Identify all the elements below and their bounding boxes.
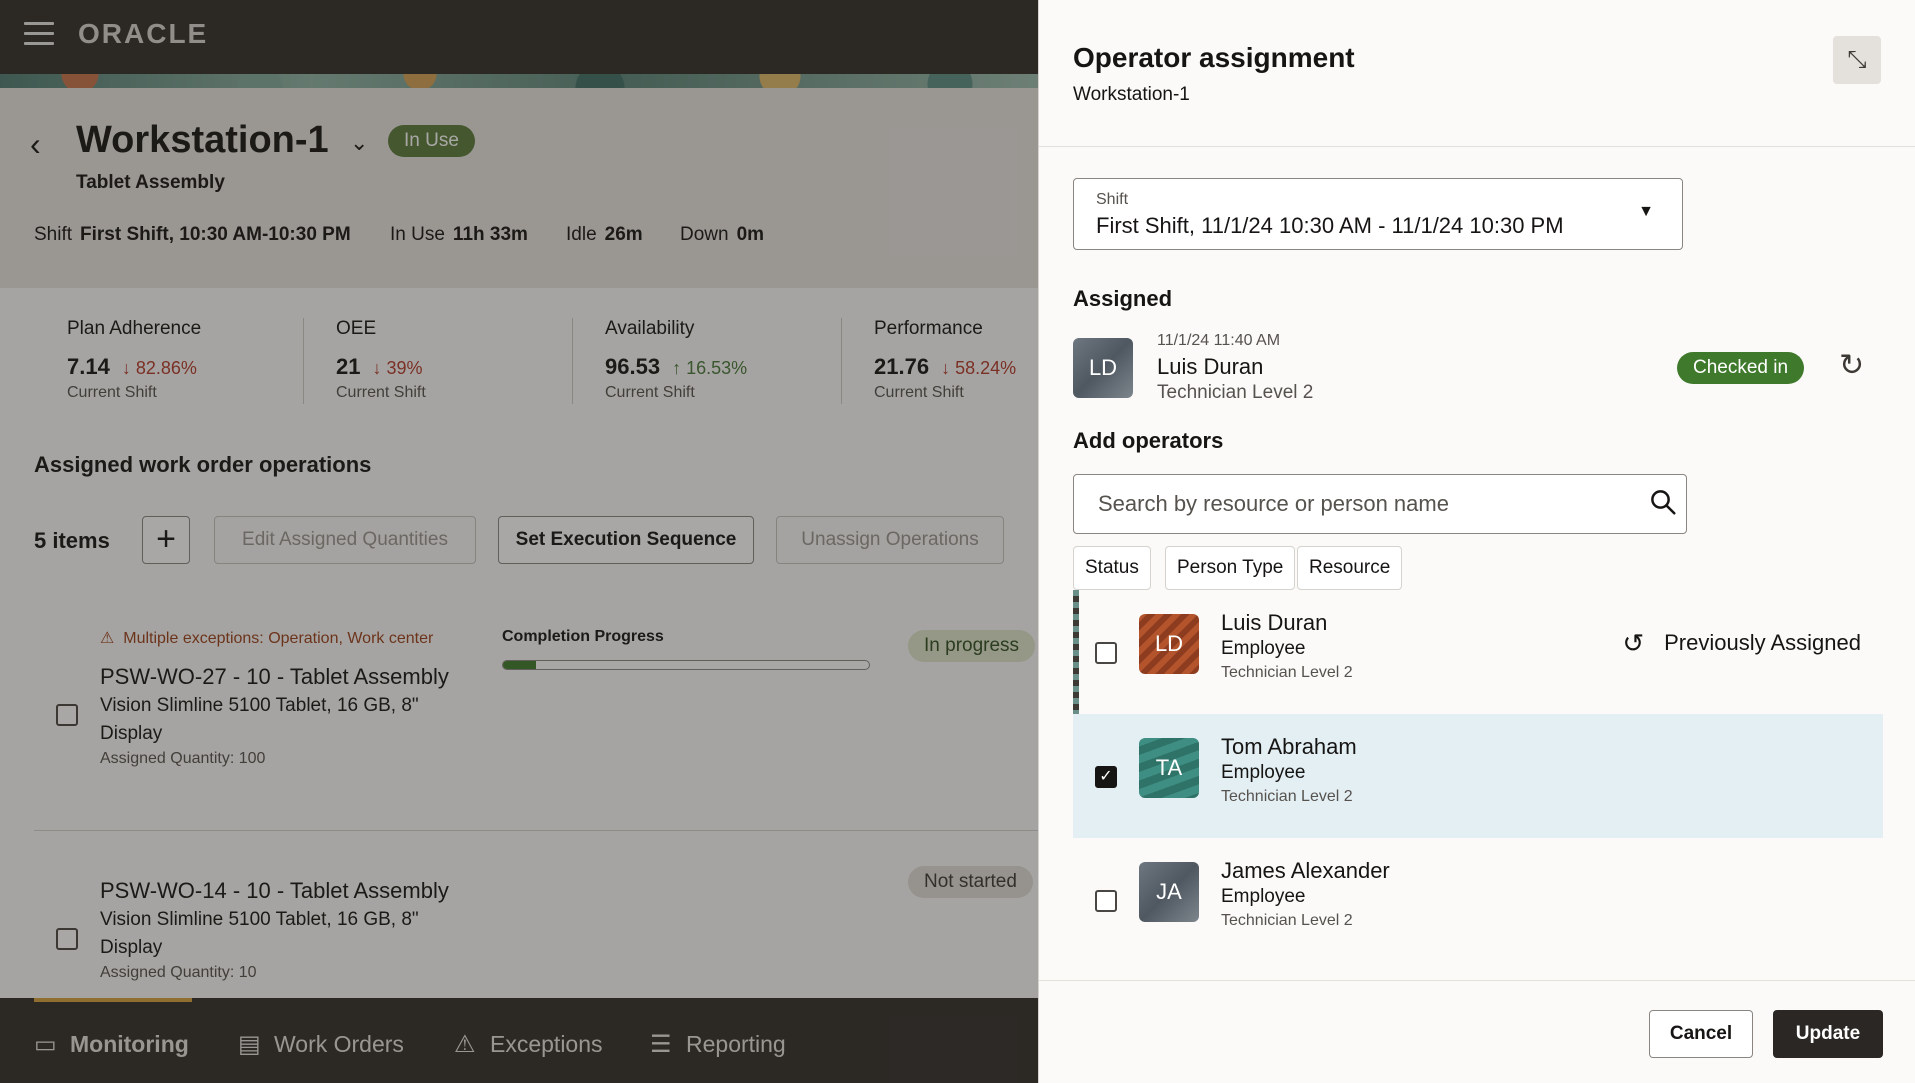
check-out-icon[interactable]: ↻ [1839, 350, 1864, 382]
operator-checkbox[interactable] [1095, 890, 1117, 912]
filter-person-type[interactable]: Person Type [1165, 546, 1296, 590]
divider [1039, 146, 1915, 147]
history-icon: ↺ [1622, 628, 1645, 658]
assigned-name: Luis Duran [1157, 354, 1264, 379]
shift-value: First Shift, 11/1/24 10:30 AM - 11/1/24 … [1096, 213, 1564, 238]
operator-checkbox[interactable] [1095, 642, 1117, 664]
checked-in-badge: Checked in [1677, 352, 1805, 384]
operator-type: Employee [1221, 762, 1306, 783]
search-input[interactable] [1096, 489, 1616, 519]
modal-scrim[interactable] [0, 0, 1038, 1083]
add-operators-heading: Add operators [1073, 428, 1224, 453]
operator-name: James Alexander [1221, 858, 1390, 883]
operator-level: Technician Level 2 [1221, 664, 1353, 681]
assigned-role: Technician Level 2 [1157, 382, 1314, 403]
shift-select[interactable]: Shift First Shift, 11/1/24 10:30 AM - 11… [1073, 178, 1683, 250]
operator-name: Luis Duran [1221, 610, 1328, 635]
search-box[interactable] [1073, 474, 1687, 534]
filter-resource[interactable]: Resource [1297, 546, 1403, 590]
previously-assigned: ↺ Previously Assigned [1622, 628, 1861, 658]
avatar: LD [1073, 338, 1133, 398]
operator-type: Employee [1221, 886, 1306, 907]
workstation-page: ORACLE ‹ Workstation-1 ⌄ In Use Tablet A… [0, 0, 1038, 1083]
collapse-icon[interactable]: ⤡ [1833, 36, 1881, 84]
operator-level: Technician Level 2 [1221, 912, 1353, 929]
operator-name: Tom Abraham [1221, 734, 1357, 759]
operator-checkbox[interactable]: ✓ [1095, 766, 1117, 788]
chevron-down-icon: ▼ [1638, 203, 1654, 220]
operator-row[interactable]: LD Luis Duran Employee Technician Level … [1073, 590, 1883, 714]
operator-row[interactable]: ✓ TA Tom Abraham Employee Technician Lev… [1073, 714, 1883, 838]
drawer-title: Operator assignment [1073, 42, 1355, 73]
filter-status[interactable]: Status [1073, 546, 1151, 590]
update-button[interactable]: Update [1773, 1010, 1883, 1058]
avatar: LD [1139, 614, 1199, 674]
assigned-time: 11/1/24 11:40 AM [1157, 332, 1281, 349]
operator-row[interactable]: JA James Alexander Employee Technician L… [1073, 838, 1883, 962]
assigned-heading: Assigned [1073, 286, 1173, 311]
shift-label: Shift [1096, 191, 1129, 208]
operator-assignment-drawer: Operator assignment Workstation-1 ⤡ Shif… [1038, 0, 1915, 1083]
drawer-subtitle: Workstation-1 [1073, 84, 1190, 105]
operator-level: Technician Level 2 [1221, 788, 1353, 805]
cancel-button[interactable]: Cancel [1649, 1010, 1753, 1058]
avatar: TA [1139, 738, 1199, 798]
operator-type: Employee [1221, 638, 1306, 659]
search-icon[interactable] [1648, 487, 1678, 517]
divider [1039, 980, 1915, 981]
avatar: JA [1139, 862, 1199, 922]
